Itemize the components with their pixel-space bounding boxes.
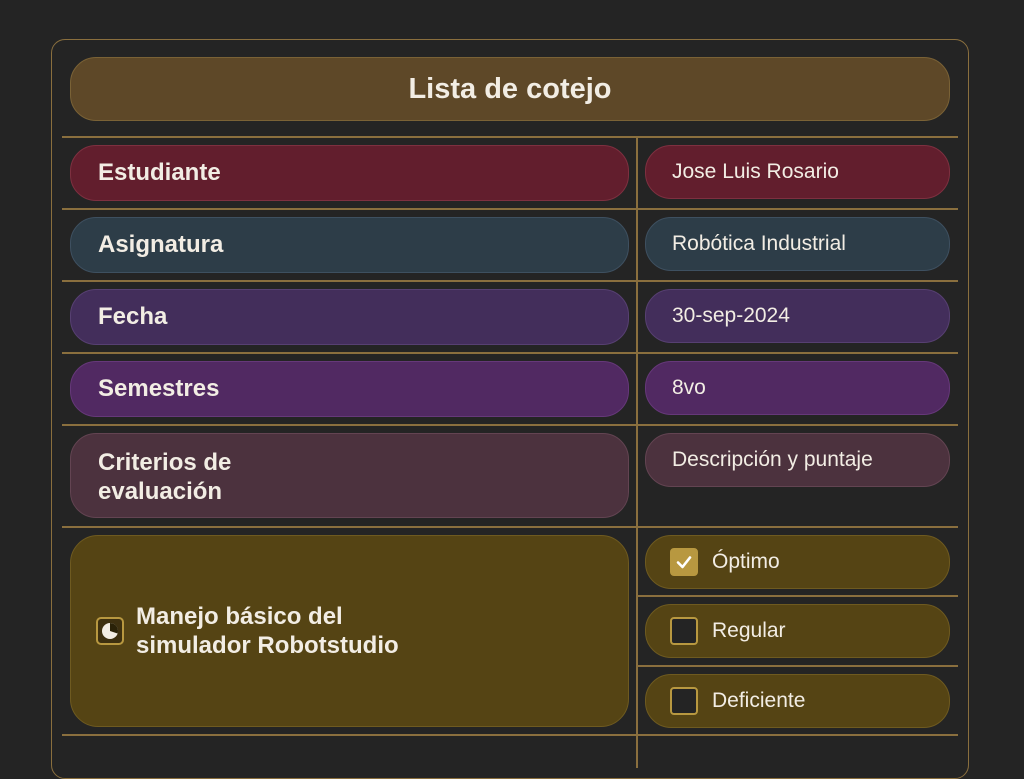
criterios-line-2: evaluación xyxy=(98,478,223,505)
criterion-manejo-basico: Manejo básico del simulador Robotstudio xyxy=(70,535,629,727)
label-estudiante: Estudiante xyxy=(70,145,629,201)
value-asignatura: Robótica Industrial xyxy=(645,217,950,271)
option-label: Óptimo xyxy=(712,550,780,573)
criterios-line-1: Criterios de xyxy=(98,449,232,476)
divider xyxy=(62,734,958,736)
option-regular[interactable]: Regular xyxy=(645,604,950,658)
divider xyxy=(62,280,958,282)
criterion-line-1: Manejo básico del xyxy=(136,603,343,630)
checkbox-checked-icon[interactable] xyxy=(670,548,698,576)
divider xyxy=(637,665,958,667)
value-semestres: 8vo xyxy=(645,361,950,415)
divider xyxy=(62,424,958,426)
value-fecha: 30-sep-2024 xyxy=(645,289,950,343)
divider xyxy=(62,136,958,138)
value-estudiante: Jose Luis Rosario xyxy=(645,145,950,199)
divider xyxy=(637,595,958,597)
option-label: Regular xyxy=(712,619,786,642)
divider xyxy=(62,526,958,528)
criterion-text: Manejo básico del simulador Robotstudio xyxy=(136,602,399,660)
option-deficiente[interactable]: Deficiente xyxy=(645,674,950,728)
divider xyxy=(62,208,958,210)
label-asignatura: Asignatura xyxy=(70,217,629,273)
option-optimo[interactable]: Óptimo xyxy=(645,535,950,589)
value-criterios: Descripción y puntaje xyxy=(645,433,950,487)
checkbox-icon[interactable] xyxy=(670,617,698,645)
label-semestres: Semestres xyxy=(70,361,629,417)
divider xyxy=(62,352,958,354)
pie-chart-icon xyxy=(96,617,124,645)
option-label: Deficiente xyxy=(712,689,806,712)
page-title: Lista de cotejo xyxy=(70,57,950,121)
checkbox-icon[interactable] xyxy=(670,687,698,715)
label-fecha: Fecha xyxy=(70,289,629,345)
label-criterios: Criterios de evaluación xyxy=(70,433,629,518)
criterion-line-2: simulador Robotstudio xyxy=(136,632,399,659)
column-divider xyxy=(636,136,638,768)
